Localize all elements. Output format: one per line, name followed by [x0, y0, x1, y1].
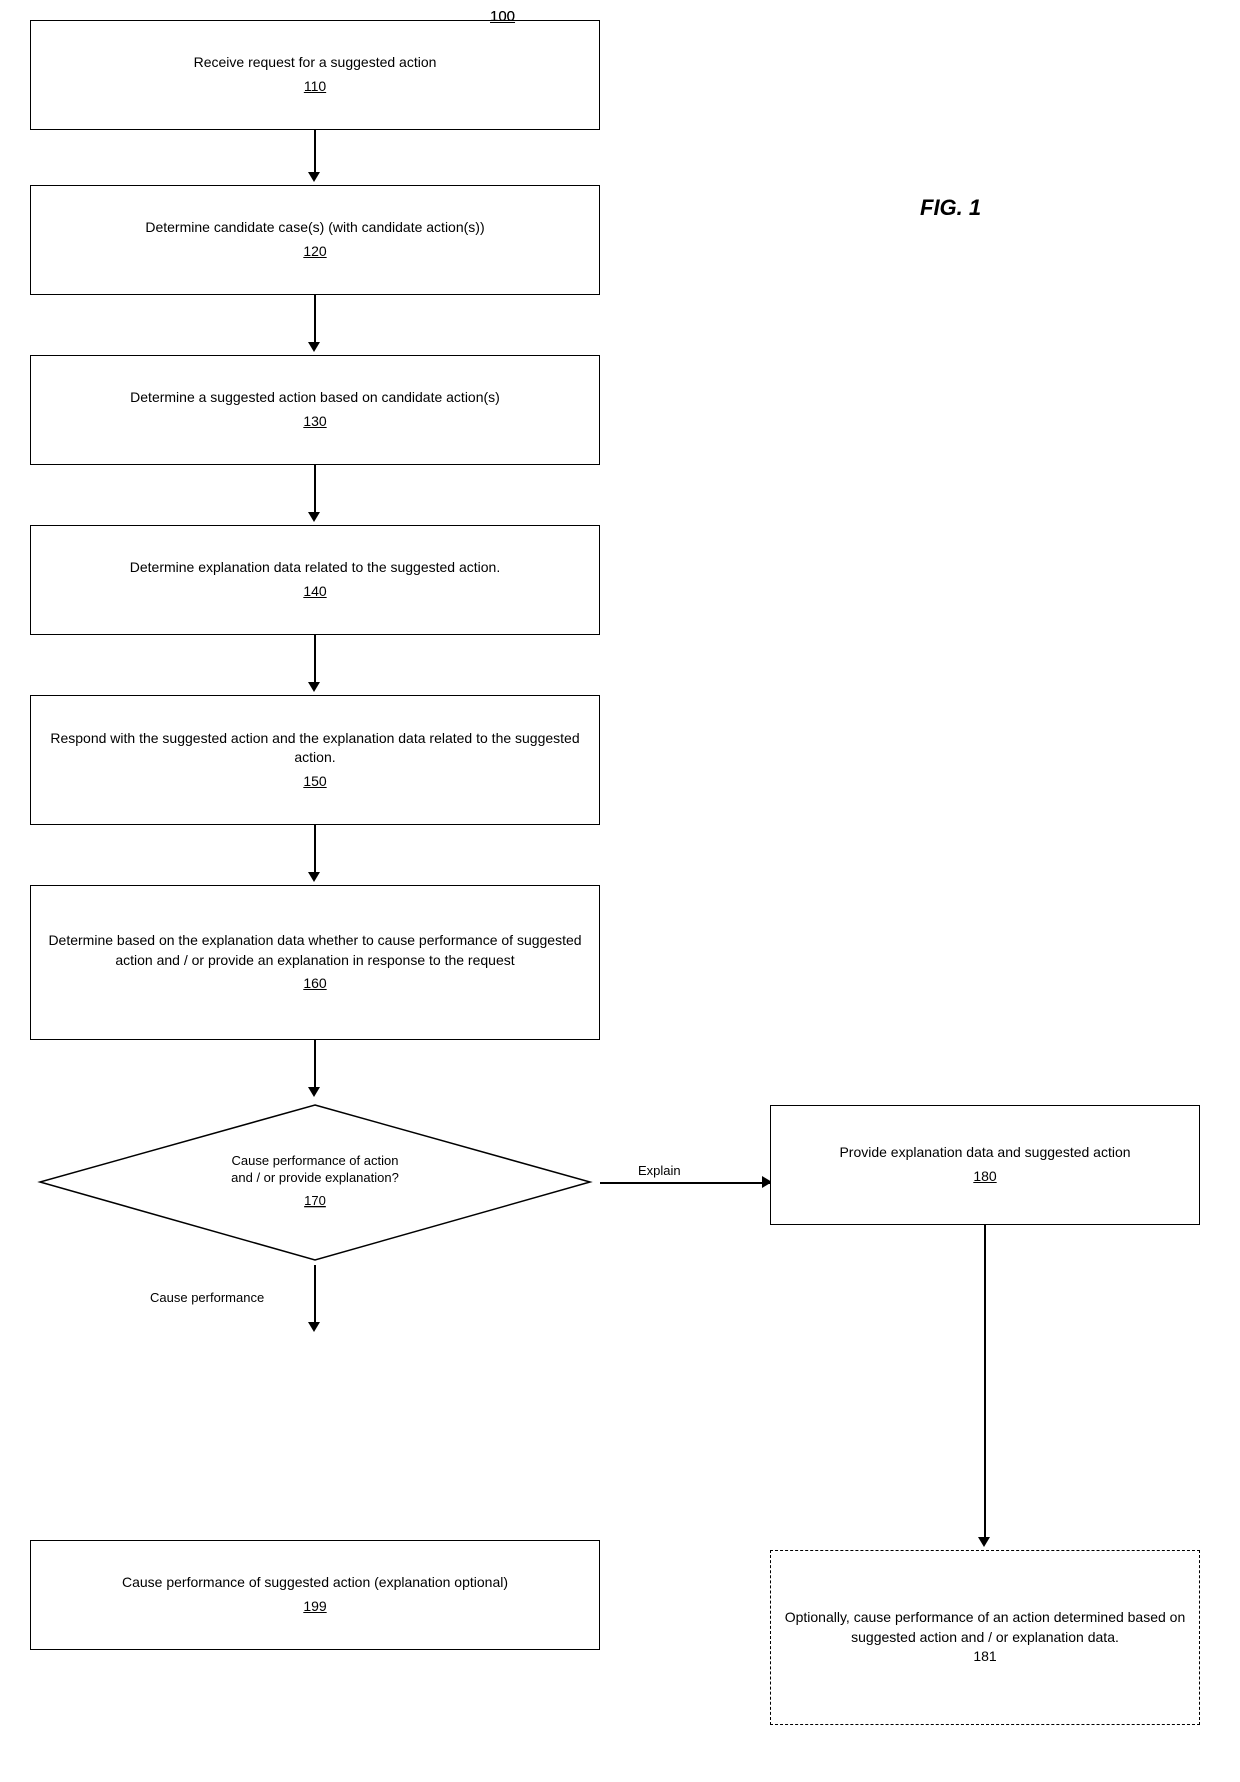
arrowhead-diamond-down [308, 1322, 320, 1332]
box-140-text: Determine explanation data related to th… [130, 558, 500, 578]
box-181-step: 181 [973, 1647, 996, 1667]
box-140: Determine explanation data related to th… [30, 525, 600, 635]
box-130-text: Determine a suggested action based on ca… [130, 388, 500, 408]
box-110: Receive request for a suggested action 1… [30, 20, 600, 130]
svg-text:170: 170 [304, 1193, 326, 1208]
svg-text:Cause performance of action: Cause performance of action [232, 1153, 399, 1168]
box-120-step: 120 [303, 242, 326, 262]
arrow-110-120 [314, 130, 316, 175]
arrowhead-120-130 [308, 342, 320, 352]
arrowhead-130-140 [308, 512, 320, 522]
box-199-text: Cause performance of suggested action (e… [122, 1573, 508, 1593]
arrow-diamond-down [314, 1265, 316, 1325]
arrow-140-150 [314, 635, 316, 685]
box-180: Provide explanation data and suggested a… [770, 1105, 1200, 1225]
arrow-180-181 [984, 1225, 986, 1540]
box-150: Respond with the suggested action and th… [30, 695, 600, 825]
box-181: Optionally, cause performance of an acti… [770, 1550, 1200, 1725]
box-180-text: Provide explanation data and suggested a… [839, 1143, 1130, 1163]
explain-label: Explain [638, 1163, 681, 1178]
box-199-step: 199 [303, 1597, 326, 1617]
box-160: Determine based on the explanation data … [30, 885, 600, 1040]
arrowhead-140-150 [308, 682, 320, 692]
arrowhead-160-diamond [308, 1087, 320, 1097]
box-180-step: 180 [973, 1167, 996, 1187]
box-130: Determine a suggested action based on ca… [30, 355, 600, 465]
arrow-160-diamond [314, 1040, 316, 1090]
box-199: Cause performance of suggested action (e… [30, 1540, 600, 1650]
svg-text:and / or provide explanation?: and / or provide explanation? [231, 1170, 399, 1185]
fig-label: FIG. 1 [920, 195, 981, 221]
box-120: Determine candidate case(s) (with candid… [30, 185, 600, 295]
box-110-text: Receive request for a suggested action [194, 53, 437, 73]
arrowhead-180-181 [978, 1537, 990, 1547]
arrowhead-150-160 [308, 872, 320, 882]
diamond-170: Cause performance of action and / or pro… [30, 1100, 600, 1265]
arrow-diamond-right [600, 1182, 770, 1184]
ref-100-label: 100 [490, 8, 515, 25]
arrow-150-160 [314, 825, 316, 875]
arrow-120-130 [314, 295, 316, 345]
diagram-container: 100 FIG. 1 Receive request for a suggest… [0, 0, 1240, 1782]
box-140-step: 140 [303, 582, 326, 602]
box-120-text: Determine candidate case(s) (with candid… [145, 218, 484, 238]
box-110-step: 110 [304, 77, 326, 97]
box-130-step: 130 [303, 412, 326, 432]
box-150-text: Respond with the suggested action and th… [43, 729, 587, 768]
cause-performance-label: Cause performance [150, 1290, 264, 1305]
arrowhead-110-120 [308, 172, 320, 182]
arrow-130-140 [314, 465, 316, 515]
box-150-step: 150 [303, 772, 326, 792]
box-181-text: Optionally, cause performance of an acti… [783, 1608, 1187, 1647]
box-160-text: Determine based on the explanation data … [43, 931, 587, 970]
box-160-step: 160 [303, 974, 326, 994]
